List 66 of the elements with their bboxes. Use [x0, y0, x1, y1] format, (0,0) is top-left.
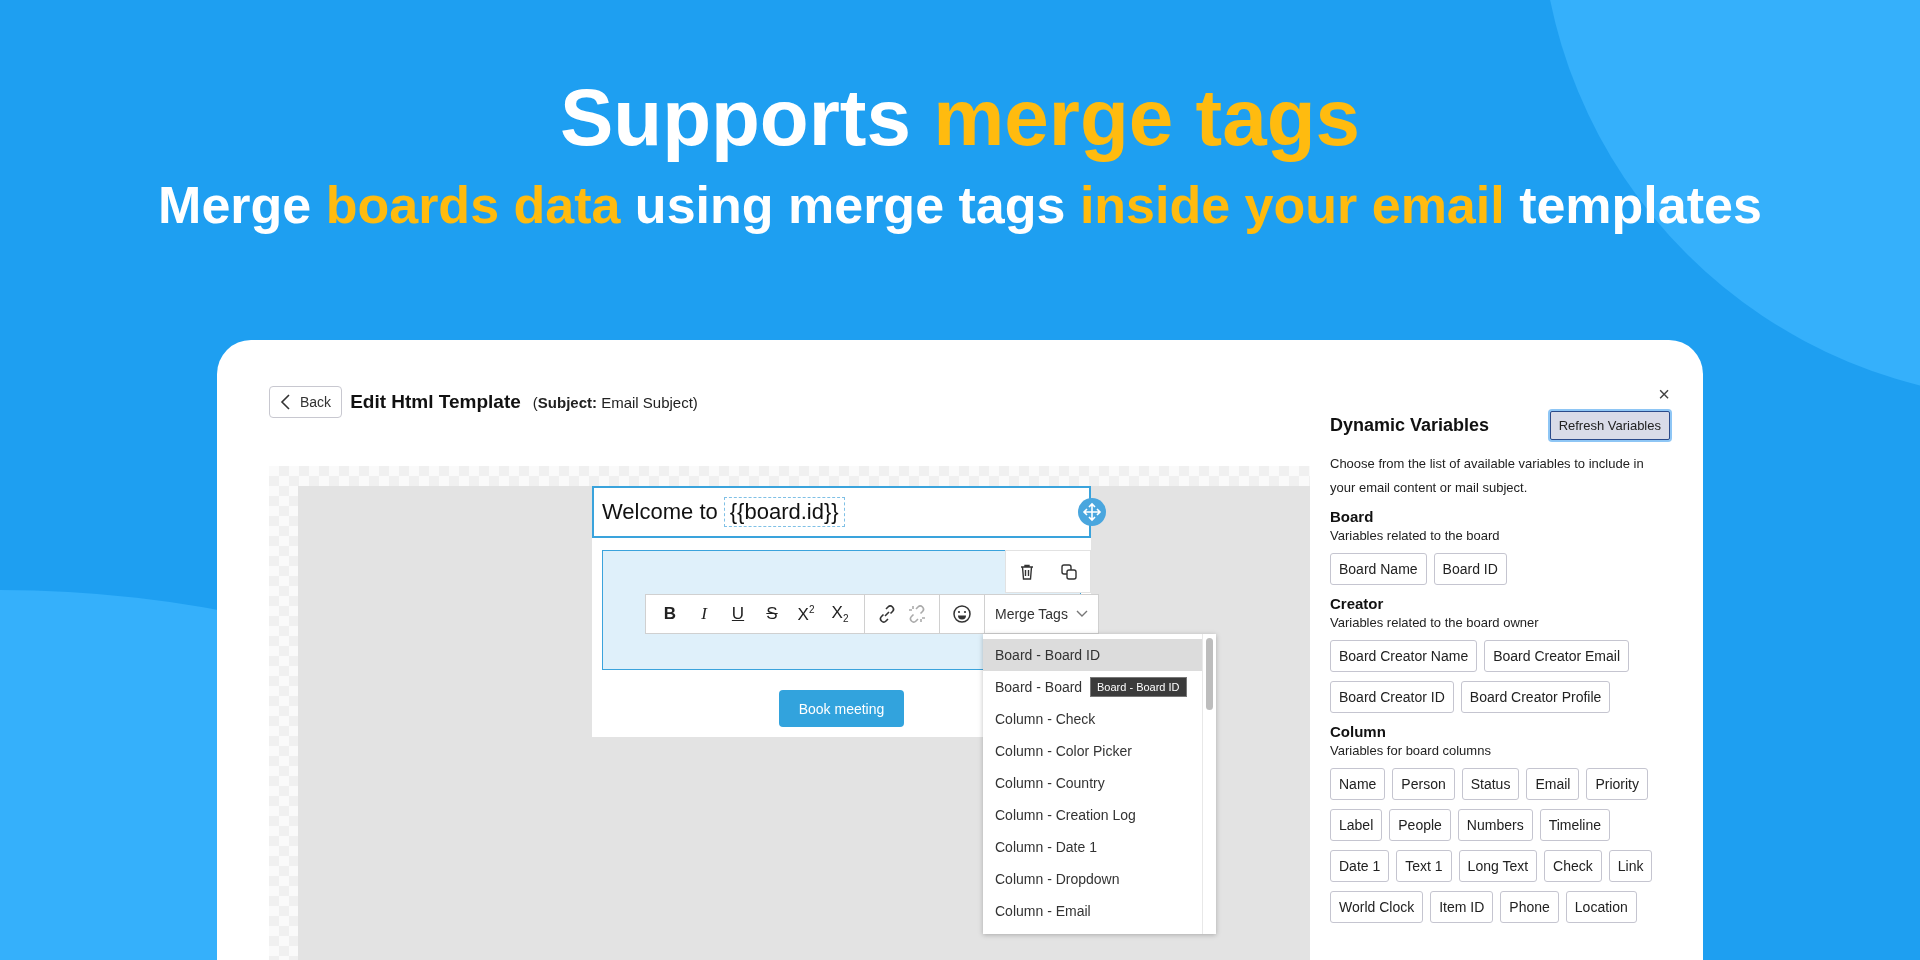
heading-text: Welcome to — [602, 499, 718, 525]
menu-item[interactable]: Column - Creation Log — [995, 799, 1136, 831]
variable-chip[interactable]: Date 1 — [1330, 850, 1390, 882]
variable-chip[interactable]: Location — [1565, 891, 1637, 923]
bold-button[interactable]: B — [658, 604, 682, 624]
subject-label: (Subject: Email Subject) — [532, 393, 698, 411]
variable-chip[interactable]: Item ID — [1430, 891, 1494, 923]
section-subtitle: Variables related to the board owner — [1330, 615, 1540, 630]
variable-chip[interactable]: People — [1389, 809, 1451, 841]
copy-icon[interactable] — [1060, 562, 1078, 581]
tooltip: Board - Board ID — [1090, 677, 1187, 697]
menu-item[interactable]: Column - Country — [995, 767, 1105, 799]
menu-item[interactable]: Board - Board — [995, 671, 1083, 703]
menu-item[interactable]: Column - Email — [995, 895, 1091, 927]
trash-icon[interactable] — [1018, 562, 1036, 581]
variable-chip[interactable]: World Clock — [1330, 891, 1424, 923]
back-button[interactable]: Back — [269, 386, 343, 418]
variable-chip[interactable]: Link — [1608, 850, 1653, 882]
variable-chip[interactable]: Check — [1544, 850, 1602, 882]
menu-item[interactable]: Column - Date 1 — [995, 831, 1097, 863]
chevron-left-icon — [280, 394, 292, 410]
script-button[interactable]: X$^{2}$ — [794, 603, 818, 625]
script-button[interactable]: X$_{2}$ — [828, 603, 852, 625]
italic-button[interactable]: I — [692, 604, 716, 624]
variable-chip[interactable]: Label — [1330, 809, 1383, 841]
variable-chip[interactable]: Timeline — [1539, 809, 1611, 841]
variable-chip[interactable]: Board ID — [1433, 553, 1507, 585]
variable-chip[interactable]: Email — [1526, 768, 1580, 800]
variable-chip[interactable]: Name — [1330, 768, 1386, 800]
refresh-variables-button[interactable]: Refresh Variables — [1549, 411, 1670, 440]
headline: Supports merge tags — [558, 72, 1362, 164]
menu-item[interactable]: Column - Check — [995, 703, 1096, 735]
emoji-icon[interactable] — [952, 604, 972, 624]
section-subtitle: Variables related to the board — [1330, 528, 1501, 543]
variable-chip[interactable]: Board Creator Name — [1330, 640, 1478, 672]
scrollbar-thumb[interactable] — [1206, 638, 1213, 710]
variable-chip[interactable]: Priority — [1586, 768, 1648, 800]
move-icon[interactable] — [1077, 497, 1107, 527]
close-button[interactable]: × — [1658, 386, 1670, 402]
variable-chip[interactable]: Board Name — [1330, 553, 1427, 585]
strike-button[interactable]: S — [760, 604, 784, 624]
page-title: Edit Html Template — [350, 391, 521, 413]
panel-title: Dynamic Variables — [1330, 415, 1490, 436]
variable-chip[interactable]: Board Creator Profile — [1460, 681, 1611, 713]
chevron-down-icon — [1075, 610, 1088, 618]
section-title: Column — [1330, 723, 1387, 740]
variable-chip[interactable]: Numbers — [1457, 809, 1533, 841]
menu-item[interactable]: Column - Dropdown — [995, 863, 1120, 895]
subheadline: Merge boards data using merge tags inside your email templates — [157, 175, 1763, 236]
variable-chip[interactable]: Board Creator Email — [1484, 640, 1629, 672]
section-title: Board — [1330, 508, 1375, 525]
variable-chip[interactable]: Board Creator ID — [1330, 681, 1454, 713]
variable-chip[interactable]: Long Text — [1458, 850, 1538, 882]
variable-chip[interactable]: Text 1 — [1396, 850, 1452, 882]
panel-description: Choose from the list of available variables to include in your email content or mail subject. — [1330, 455, 1645, 497]
merge-tag: {{board.id}} — [723, 497, 845, 527]
section-subtitle: Variables for board columns — [1330, 743, 1492, 758]
merge-tags-dropdown[interactable]: Merge Tags — [985, 595, 1098, 633]
variable-chip[interactable]: Person — [1392, 768, 1455, 800]
heading-block[interactable]: Welcome to {{board.id}} — [592, 486, 1091, 538]
menu-item[interactable]: Column - Color Picker — [995, 735, 1132, 767]
variable-chip[interactable]: Status — [1461, 768, 1520, 800]
underline-button[interactable]: U — [726, 604, 750, 624]
link-icon[interactable] — [877, 604, 897, 624]
variable-chip[interactable]: Phone — [1500, 891, 1559, 923]
section-title: Creator — [1330, 595, 1385, 612]
